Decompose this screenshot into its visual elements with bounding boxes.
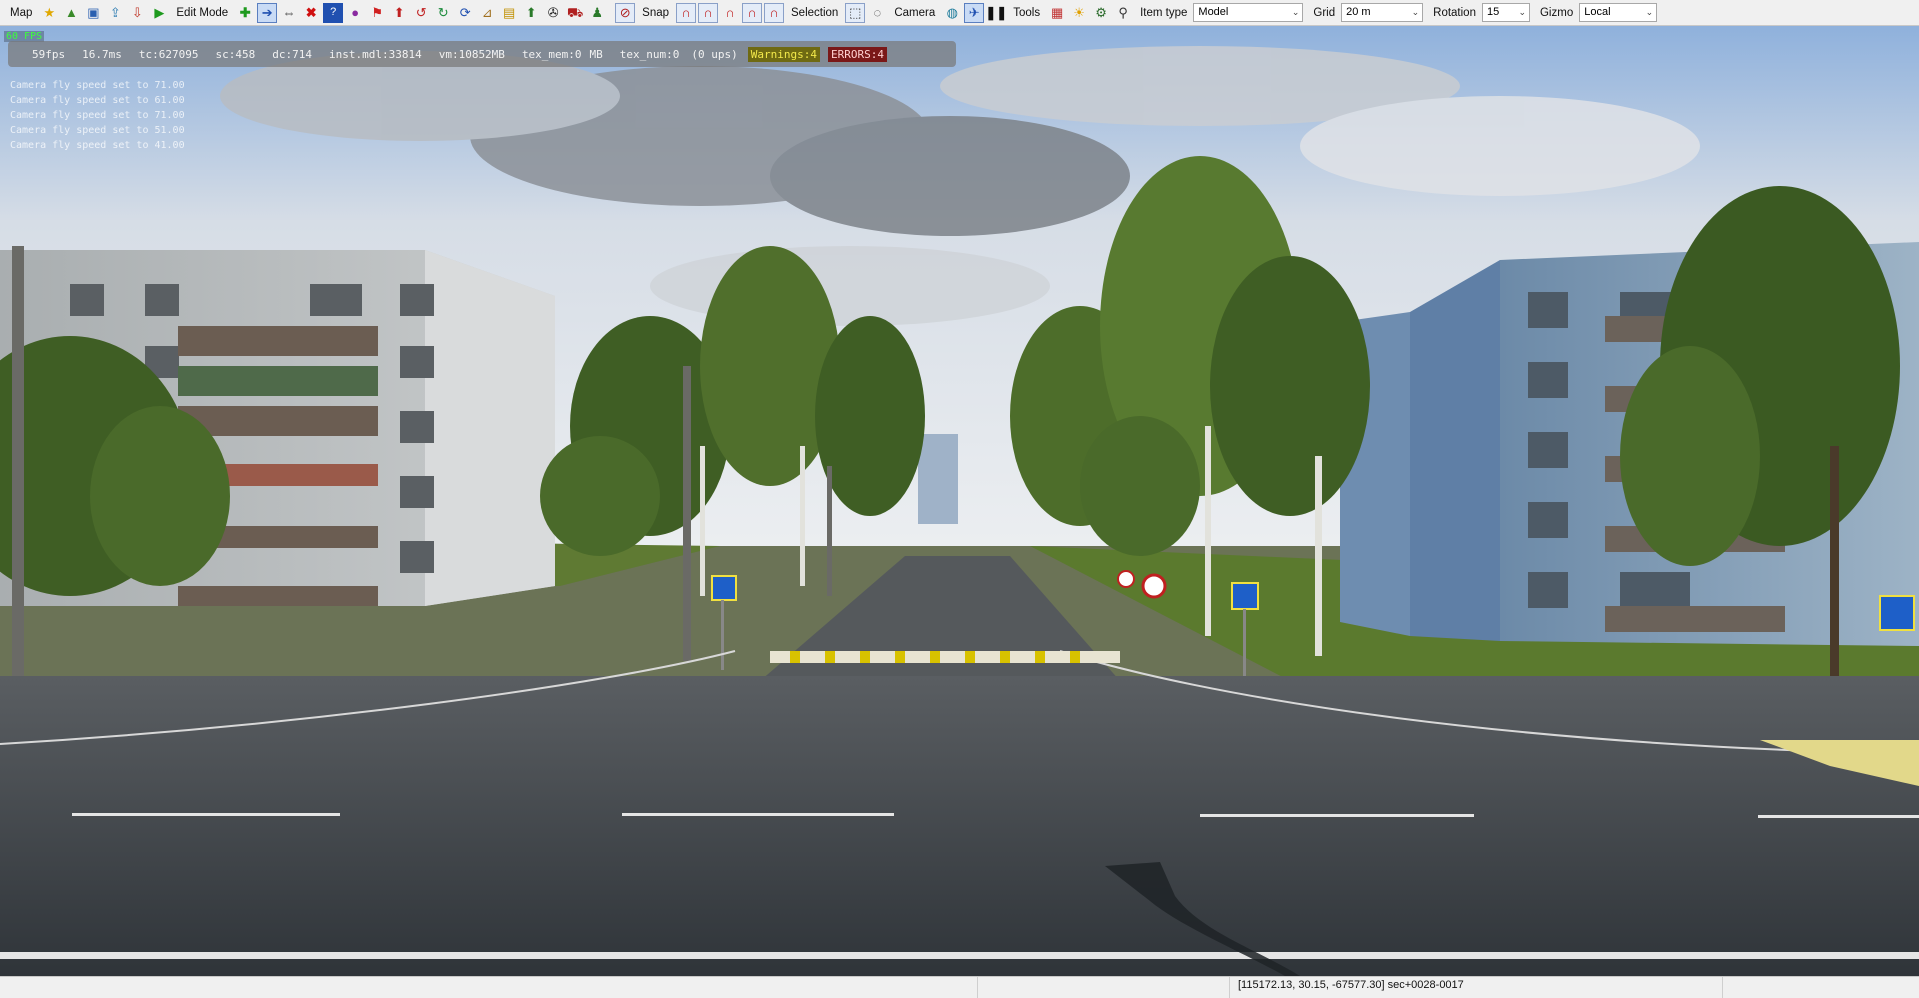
stat-tex-num: tex_num:0: [619, 47, 680, 61]
stat-tc: tc:627095: [138, 47, 199, 61]
camera-label: Camera: [894, 6, 936, 19]
favorite-star-icon[interactable]: ★: [39, 3, 59, 23]
log-line: Camera fly speed set to 71.00: [10, 80, 185, 91]
settings-gear-icon[interactable]: ⚙: [1091, 3, 1111, 23]
main-toolbar: Map ★ ▲ ▣ ⇪ ⇩ ▶ Edit Mode ✚ ➔ ⇔ ✖ ? ● ⚑ …: [0, 0, 1919, 26]
chevron-down-icon: ⌄: [1645, 7, 1654, 17]
chevron-down-icon: ⌄: [1291, 7, 1300, 17]
sun-icon[interactable]: ☀: [1069, 3, 1089, 23]
move-arrow-icon[interactable]: ➔: [257, 2, 278, 23]
snap-magnet-1-icon[interactable]: ∩: [676, 2, 697, 23]
edit-mode-label: Edit Mode: [176, 6, 229, 19]
stat-sc: sc:458: [215, 47, 256, 61]
gizmo-label: Gizmo: [1539, 6, 1574, 19]
stat-inst: inst.mdl:33814: [328, 47, 422, 61]
properties-icon[interactable]: ?: [323, 2, 344, 23]
performance-stats-bar: 59fps 16.7ms tc:627095 sc:458 dc:714 ins…: [8, 41, 956, 67]
help-icon[interactable]: ●: [345, 3, 365, 23]
marker-icon[interactable]: ⬆: [389, 3, 409, 23]
globe-icon[interactable]: ◍: [942, 3, 962, 23]
status-cell-empty: [978, 977, 1230, 998]
people-icon[interactable]: ♟: [587, 3, 607, 23]
camera-coordinates: [115172.13, 30.15, -67577.30] sec+0028-0…: [1238, 979, 1464, 991]
stat-fps: 59fps: [32, 47, 66, 61]
sign-icon[interactable]: ⬆: [521, 3, 541, 23]
stat-tex-mem-unit: MB: [589, 47, 603, 61]
rotation-select[interactable]: 15 ⌄: [1481, 3, 1530, 22]
stat-dc: dc:714: [272, 47, 312, 61]
tools-label: Tools: [1013, 6, 1041, 19]
item-type-value: Model: [1198, 6, 1229, 18]
map-menu[interactable]: Map: [4, 7, 38, 19]
status-cell-empty: [0, 977, 978, 998]
stat-vm: vm:10852MB: [438, 47, 505, 61]
snap-magnet-3-icon[interactable]: ∩: [720, 3, 740, 23]
grid-select[interactable]: 20 m ⌄: [1341, 3, 1424, 22]
refresh-icon[interactable]: ⟳: [455, 3, 475, 23]
rotate-left-icon[interactable]: ↺: [411, 3, 431, 23]
swap-direction-icon[interactable]: ⇔: [279, 3, 299, 23]
status-bar: [115172.13, 30.15, -67577.30] sec+0028-0…: [0, 976, 1919, 998]
item-type-select[interactable]: Model ⌄: [1193, 3, 1304, 22]
status-cell-coordinates: [115172.13, 30.15, -67577.30] sec+0028-0…: [1230, 977, 1723, 998]
scene-render: [0, 26, 1919, 976]
chevron-down-icon: ⌄: [1518, 7, 1526, 17]
terrain-icon[interactable]: ⊿: [477, 3, 497, 23]
rect-select-icon[interactable]: ⬚: [845, 2, 866, 23]
road-icon[interactable]: ▤: [499, 3, 519, 23]
snap-magnet-4-icon[interactable]: ∩: [742, 2, 763, 23]
delete-icon[interactable]: ✖: [301, 3, 321, 23]
rotation-value: 15: [1486, 6, 1500, 18]
rotate-right-icon[interactable]: ↻: [433, 3, 453, 23]
stat-frame-time: 16.7ms: [82, 47, 122, 61]
flag-icon[interactable]: ⚑: [367, 3, 387, 23]
camera-path-icon[interactable]: ✇: [543, 3, 563, 23]
grid-value: 20 m: [1346, 6, 1371, 18]
fly-camera-icon[interactable]: ✈: [964, 2, 985, 23]
stat-ups: (0 ups): [691, 47, 738, 61]
chevron-down-icon: ⌄: [1411, 7, 1420, 17]
search-icon[interactable]: ⚲: [1113, 3, 1133, 23]
stat-tex-mem: tex_mem:0: [521, 47, 582, 61]
distant-tower: [918, 434, 958, 524]
snap-magnet-5-icon[interactable]: ∩: [764, 2, 785, 23]
gizmo-select[interactable]: Local ⌄: [1579, 3, 1658, 22]
open-map-icon[interactable]: ▲: [61, 3, 81, 23]
save-map-icon[interactable]: ▣: [83, 3, 103, 23]
warnings-badge[interactable]: Warnings:4: [747, 46, 820, 62]
console-log: Camera fly speed set to 71.00 Camera fly…: [10, 78, 185, 153]
errors-badge[interactable]: ERRORS:4: [828, 46, 887, 62]
palette-icon[interactable]: ▦: [1047, 3, 1067, 23]
map-3d-viewport[interactable]: [0, 26, 1919, 976]
log-line: Camera fly speed set to 61.00: [10, 95, 185, 106]
vehicle-icon[interactable]: ⛟: [565, 3, 585, 23]
add-item-icon[interactable]: ✚: [235, 3, 255, 23]
grid-label: Grid: [1313, 6, 1336, 19]
item-type-label: Item type: [1140, 6, 1188, 19]
gizmo-value: Local: [1584, 6, 1611, 18]
pause-icon[interactable]: ❚❚: [985, 3, 1007, 23]
snap-magnet-2-icon[interactable]: ∩: [698, 2, 719, 23]
export-icon[interactable]: ⇪: [105, 3, 125, 23]
lasso-select-icon[interactable]: ◌: [867, 3, 887, 23]
log-line: Camera fly speed set to 71.00: [10, 110, 185, 121]
log-line: Camera fly speed set to 41.00: [10, 140, 185, 151]
rotation-label: Rotation: [1433, 6, 1476, 19]
mute-icon[interactable]: ⊘: [615, 2, 636, 23]
selection-label: Selection: [791, 6, 839, 19]
snap-label: Snap: [642, 6, 670, 19]
log-line: Camera fly speed set to 51.00: [10, 125, 185, 136]
play-icon[interactable]: ▶: [149, 3, 169, 23]
import-icon[interactable]: ⇩: [127, 3, 147, 23]
